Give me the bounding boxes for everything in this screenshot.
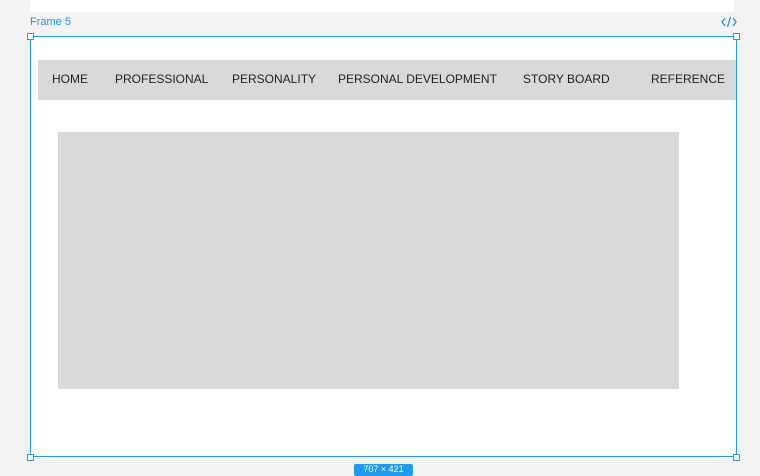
resize-handle-bottom-left[interactable] (27, 454, 34, 461)
frame-size-badge: 707 × 421 (354, 464, 413, 476)
code-icon[interactable] (721, 15, 737, 29)
nav-item-professional[interactable]: PROFESSIONAL (115, 72, 208, 86)
previous-frame-edge (30, 0, 734, 12)
resize-handle-bottom-right[interactable] (733, 454, 740, 461)
resize-handle-top-right[interactable] (733, 33, 740, 40)
nav-item-reference[interactable]: REFERENCE (651, 72, 725, 86)
resize-handle-top-left[interactable] (27, 33, 34, 40)
nav-item-personality[interactable]: PERSONALITY (232, 72, 316, 86)
navigation-bar: HOME PROFESSIONAL PERSONALITY PERSONAL D… (38, 60, 736, 100)
frame-name-label[interactable]: Frame 5 (30, 16, 71, 28)
nav-item-story-board[interactable]: STORY BOARD (523, 72, 610, 86)
content-image-placeholder[interactable] (58, 132, 679, 389)
nav-item-home[interactable]: HOME (52, 72, 88, 86)
nav-item-personal-development[interactable]: PERSONAL DEVELOPMENT (338, 72, 497, 86)
